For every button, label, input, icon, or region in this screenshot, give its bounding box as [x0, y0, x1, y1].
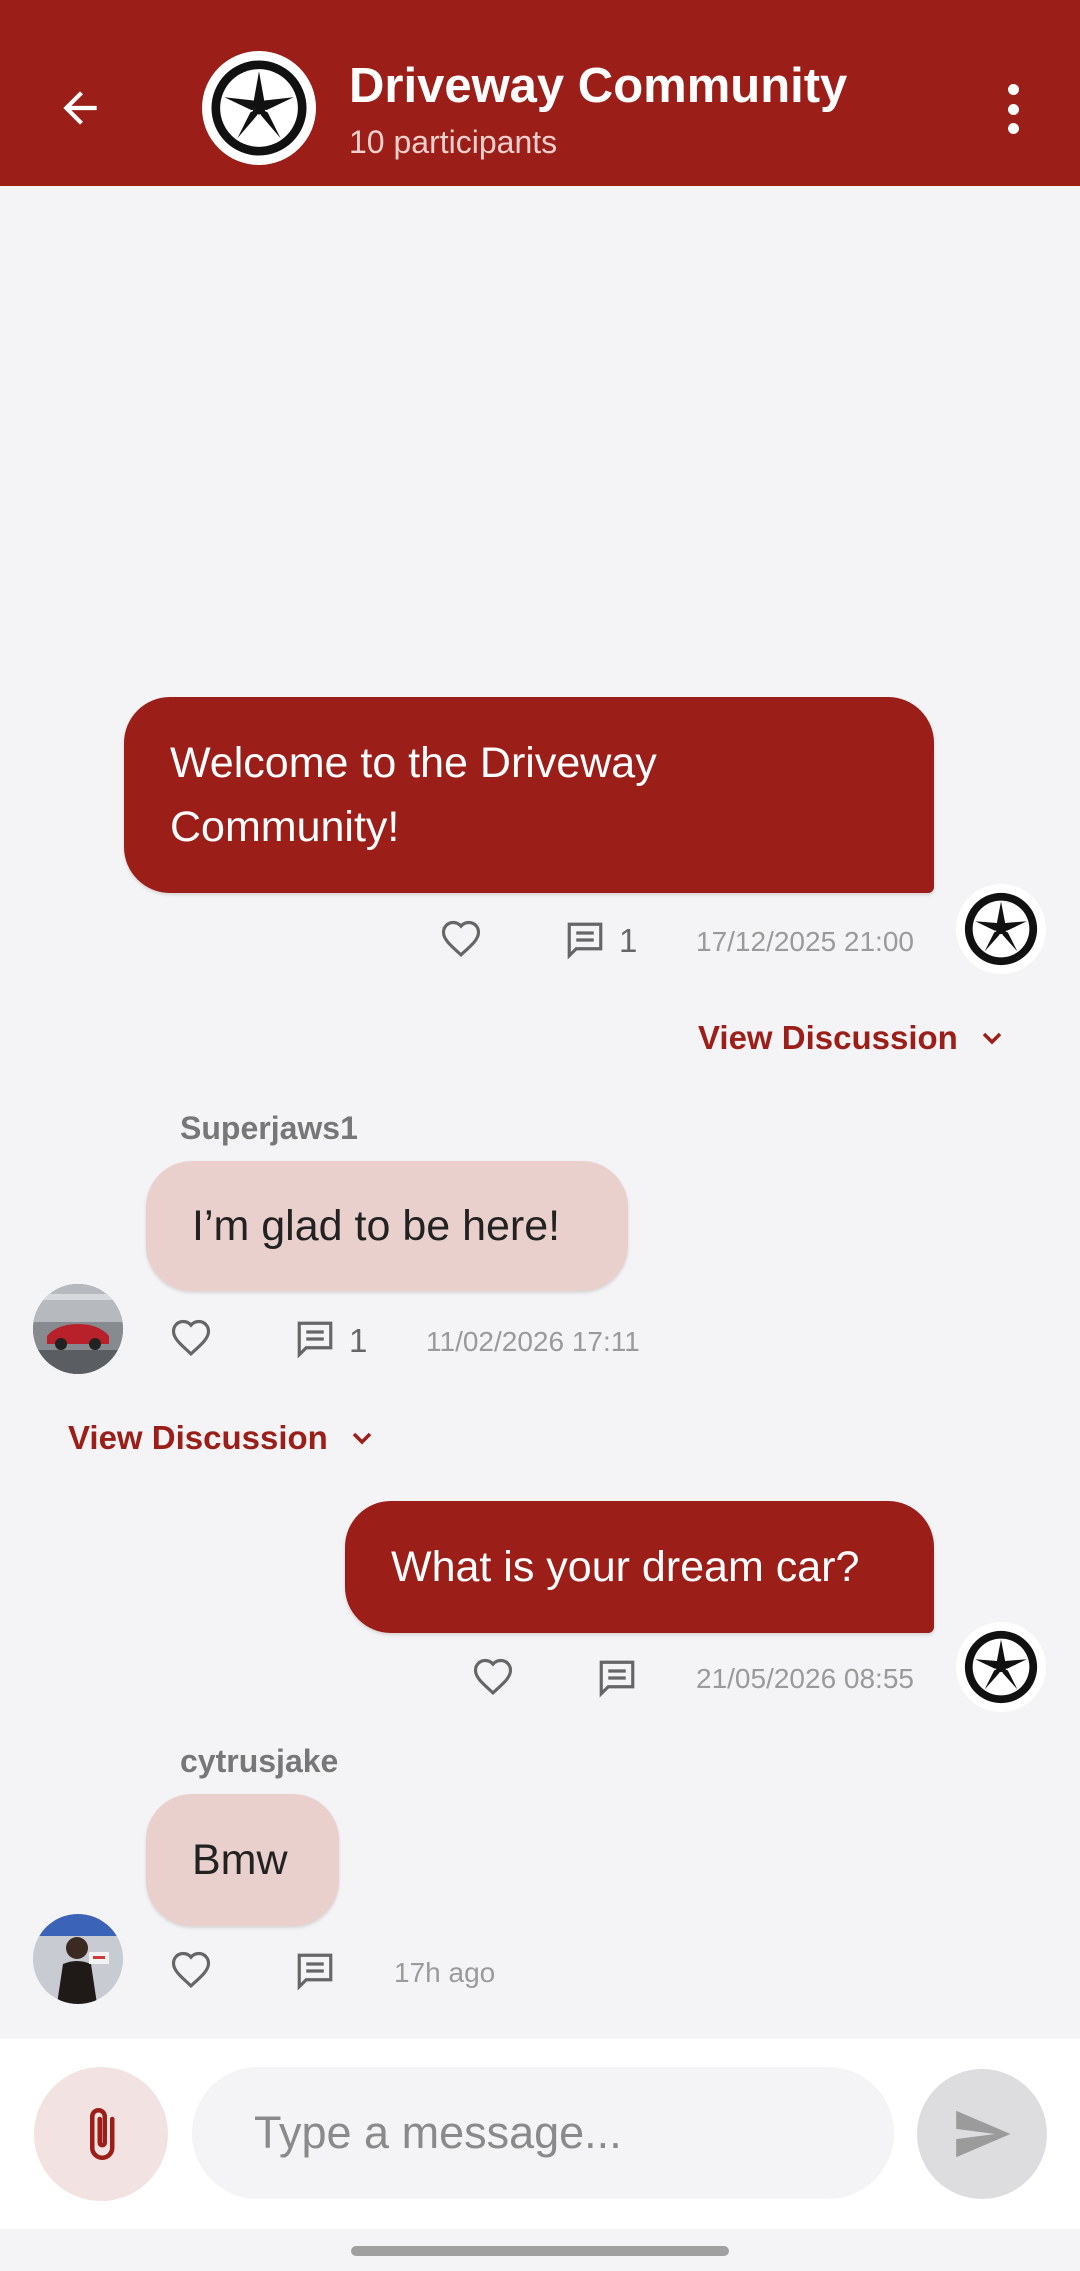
message-timestamp: 17/12/2025 21:00: [696, 926, 914, 957]
chevron-down-icon: [982, 1032, 1002, 1045]
back-button[interactable]: [44, 72, 116, 144]
message-text: I’m glad to be here!: [192, 1202, 561, 1250]
like-button[interactable]: [168, 1948, 214, 1994]
message-composer: [0, 2039, 1080, 2229]
car-photo-icon: [33, 1284, 123, 1374]
comment-icon: [567, 922, 603, 960]
chat-title: Driveway Community: [349, 59, 848, 113]
more-vertical-icon: [1007, 84, 1019, 95]
comment-icon: [297, 1321, 333, 1359]
view-discussion-label: View Discussion: [68, 1419, 328, 1456]
sender-name: cytrusjake: [180, 1743, 339, 1779]
sender-avatar[interactable]: [956, 1622, 1046, 1712]
more-options-button[interactable]: [990, 76, 1036, 142]
message-timestamp: 21/05/2026 08:55: [696, 1663, 914, 1694]
message-input[interactable]: [192, 2067, 894, 2199]
heart-icon: [171, 1951, 211, 1989]
sender-avatar[interactable]: [956, 884, 1046, 974]
home-indicator[interactable]: [351, 2246, 729, 2256]
comment-button[interactable]: [292, 1948, 338, 1994]
heart-icon: [441, 920, 481, 958]
attach-button[interactable]: [34, 2067, 168, 2201]
message-bubble-incoming[interactable]: I’m glad to be here!: [146, 1161, 628, 1291]
wheel-logo-icon: [964, 892, 1038, 966]
comment-count: 1: [619, 922, 638, 959]
wheel-logo-icon: [964, 1630, 1038, 1704]
paperclip-icon: [90, 2108, 115, 2160]
message-bubble-outgoing[interactable]: Welcome to the Driveway Community!: [124, 697, 934, 893]
message-bubble-incoming[interactable]: Bmw: [146, 1794, 339, 1926]
comment-icon: [297, 1953, 333, 1991]
sender-avatar[interactable]: [33, 1914, 123, 2004]
wheel-logo-icon: [211, 60, 307, 156]
comment-button[interactable]: [562, 917, 608, 963]
message-bubble-outgoing[interactable]: What is your dream car?: [345, 1501, 934, 1633]
send-button[interactable]: [917, 2069, 1047, 2199]
participant-count[interactable]: 10 participants: [349, 124, 557, 161]
person-photo-icon: [33, 1914, 123, 2004]
sender-avatar[interactable]: [33, 1284, 123, 1374]
view-discussion-button[interactable]: View Discussion: [698, 1019, 1008, 1057]
view-discussion-label: View Discussion: [698, 1019, 958, 1056]
message-text: Welcome to the Driveway: [170, 739, 657, 787]
heart-icon: [171, 1319, 211, 1357]
like-button[interactable]: [438, 917, 484, 963]
arrow-left-icon: [63, 91, 97, 125]
comment-button[interactable]: [594, 1655, 640, 1701]
comment-icon: [599, 1660, 635, 1698]
message-timestamp: 11/02/2026 17:11: [426, 1326, 640, 1357]
like-button[interactable]: [470, 1655, 516, 1701]
view-discussion-button[interactable]: View Discussion: [68, 1419, 378, 1457]
sender-name: Superjaws1: [180, 1110, 358, 1146]
app-header: Driveway Community 10 participants: [0, 0, 1080, 186]
message-timestamp: 17h ago: [394, 1957, 496, 1988]
send-icon: [956, 2110, 1011, 2158]
message-text: Community!: [170, 803, 400, 851]
heart-icon: [473, 1658, 513, 1696]
like-button[interactable]: [168, 1316, 214, 1362]
message-text: What is your dream car?: [391, 1543, 860, 1591]
chevron-down-icon: [352, 1432, 372, 1445]
comment-count: 1: [349, 1322, 368, 1359]
message-text: Bmw: [192, 1836, 288, 1884]
group-avatar[interactable]: [202, 51, 316, 165]
comment-button[interactable]: [292, 1316, 338, 1362]
